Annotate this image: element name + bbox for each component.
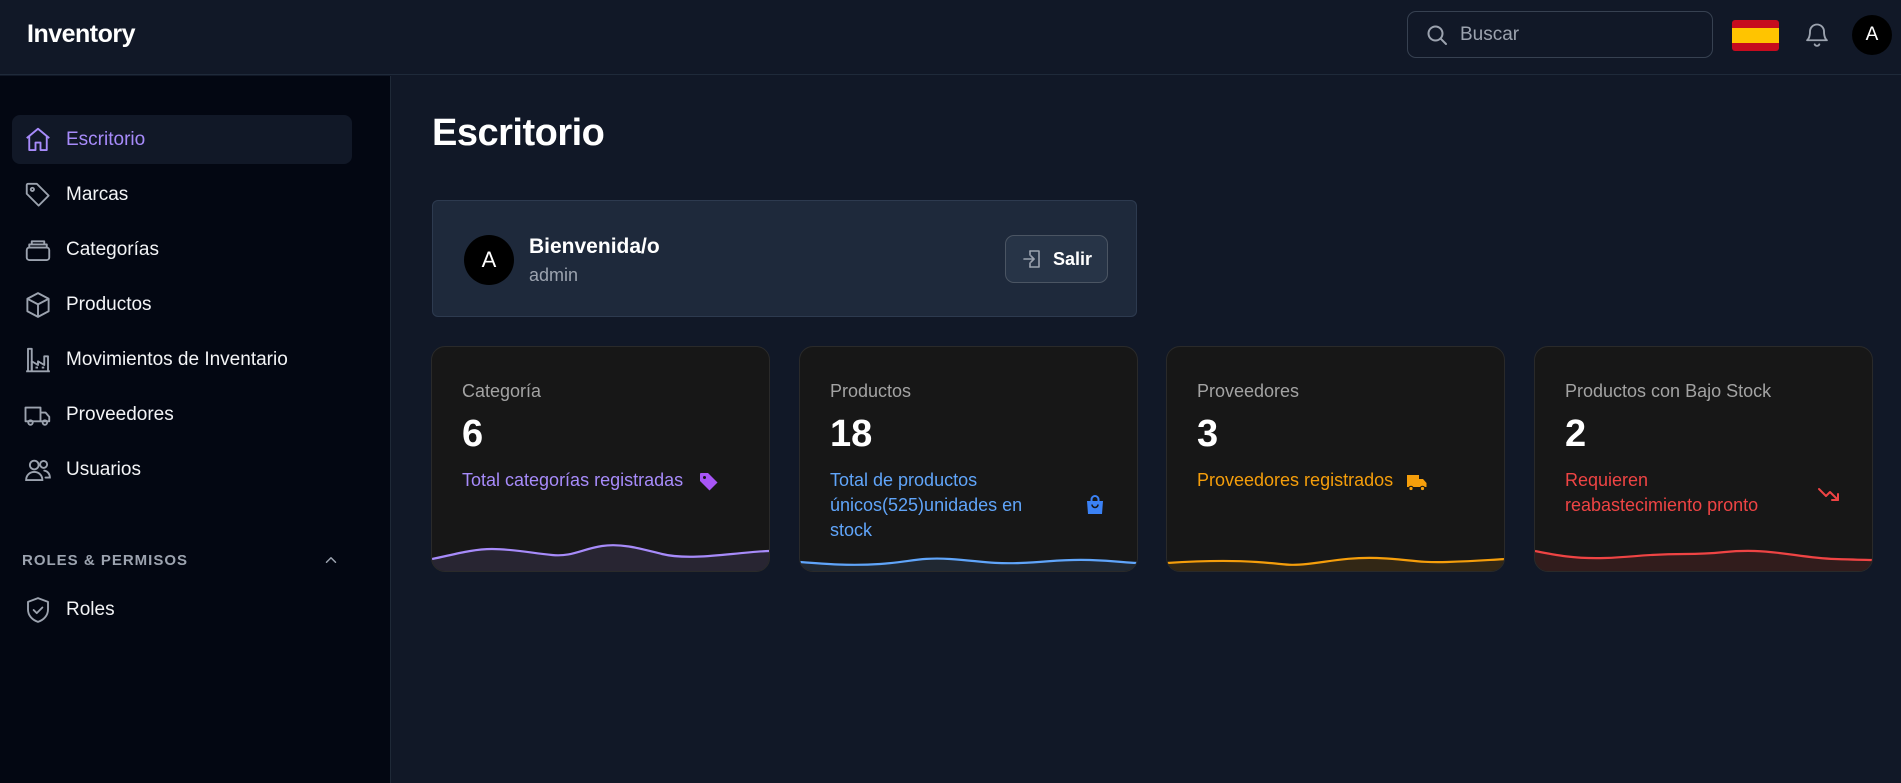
stat-card-proveedores[interactable]: Proveedores 3 Proveedores registrados <box>1166 346 1505 572</box>
sidebar-item-label: Proveedores <box>66 403 174 425</box>
stat-card-bajo-stock[interactable]: Productos con Bajo Stock 2 Requieren rea… <box>1534 346 1873 572</box>
cube-icon <box>26 291 50 318</box>
sidebar-item-label: Usuarios <box>66 458 141 480</box>
section-label: ROLES & PERMISOS <box>22 551 189 569</box>
stat-label: Productos con Bajo Stock <box>1565 381 1772 401</box>
tag-icon <box>25 182 50 207</box>
sidebar-item-label: Movimientos de Inventario <box>66 348 288 370</box>
sidebar-item-proveedores[interactable]: Proveedores <box>12 390 352 439</box>
stat-description: Requieren reabastecimiento pronto <box>1565 470 1759 515</box>
sidebar-item-categorias[interactable]: Categorías <box>12 225 352 274</box>
welcome-username: admin <box>529 265 579 285</box>
sidebar-item-productos[interactable]: Productos <box>12 280 352 329</box>
stat-value: 3 <box>1197 413 1219 455</box>
logout-label: Salir <box>1052 248 1093 269</box>
users-icon <box>25 459 51 481</box>
search-input[interactable] <box>1460 23 1690 46</box>
welcome-card: A Bienvenida/o admin Salir <box>432 200 1137 317</box>
shield-check-icon <box>27 596 49 623</box>
roles-section-toggle[interactable]: ROLES & PERMISOS <box>22 545 340 575</box>
sidebar-item-label: Productos <box>66 293 152 315</box>
stat-label: Productos <box>830 381 912 401</box>
search-icon <box>1427 25 1447 45</box>
sidebar-item-usuarios[interactable]: Usuarios <box>12 445 352 494</box>
stat-description: Total categorías registradas <box>462 470 684 490</box>
stat-card-productos[interactable]: Productos 18 Total de productos únicos(5… <box>799 346 1138 572</box>
page-title: Escritorio <box>432 112 605 154</box>
stat-value: 18 <box>830 413 873 455</box>
top-bar: Inventory A <box>0 0 1901 75</box>
welcome-title: Bienvenida/o <box>529 235 660 258</box>
stat-card-categorias[interactable]: Categoría 6 Total categorías registradas <box>431 346 770 572</box>
tag-icon <box>700 473 718 491</box>
sparkline <box>800 557 1137 571</box>
sidebar-item-escritorio[interactable]: Escritorio <box>12 115 352 164</box>
truck-icon <box>24 406 51 426</box>
stat-description: Proveedores registrados <box>1197 470 1394 490</box>
factory-icon <box>26 347 50 372</box>
bell-icon[interactable] <box>1803 21 1831 49</box>
logout-icon <box>1023 250 1040 268</box>
sidebar-item-roles[interactable]: Roles <box>12 585 352 634</box>
sidebar-item-movimientos[interactable]: Movimientos de Inventario <box>12 335 352 384</box>
sparkline <box>1167 556 1504 571</box>
stat-label: Categoría <box>462 381 542 401</box>
sidebar-item-label: Marcas <box>66 183 129 205</box>
sidebar-item-label: Escritorio <box>66 128 146 150</box>
app-title[interactable]: Inventory <box>27 20 136 49</box>
shopping-bag-icon <box>1087 495 1103 514</box>
sidebar-item-label: Roles <box>66 598 115 620</box>
sidebar-item-marcas[interactable]: Marcas <box>12 170 352 219</box>
user-avatar[interactable]: A <box>1852 15 1892 55</box>
spain-flag-icon[interactable] <box>1732 20 1779 51</box>
stat-value: 6 <box>462 413 484 455</box>
sparkline <box>1535 549 1872 571</box>
trending-down-icon <box>1818 488 1839 501</box>
home-icon <box>26 127 50 151</box>
truck-icon <box>1407 475 1427 492</box>
search-box[interactable] <box>1407 11 1713 58</box>
sidebar: Escritorio Marcas Categorías Productos M… <box>0 76 391 783</box>
sidebar-item-label: Categorías <box>66 238 159 260</box>
chevron-up-icon <box>325 557 337 563</box>
box-stack-icon <box>25 239 51 261</box>
sparkline <box>432 544 769 571</box>
stat-value: 2 <box>1565 413 1587 455</box>
stat-label: Proveedores <box>1197 381 1300 401</box>
logout-button[interactable]: Salir <box>1005 235 1108 283</box>
avatar: A <box>464 235 514 285</box>
stat-description: Total de productos únicos(525)unidades e… <box>830 470 1023 540</box>
